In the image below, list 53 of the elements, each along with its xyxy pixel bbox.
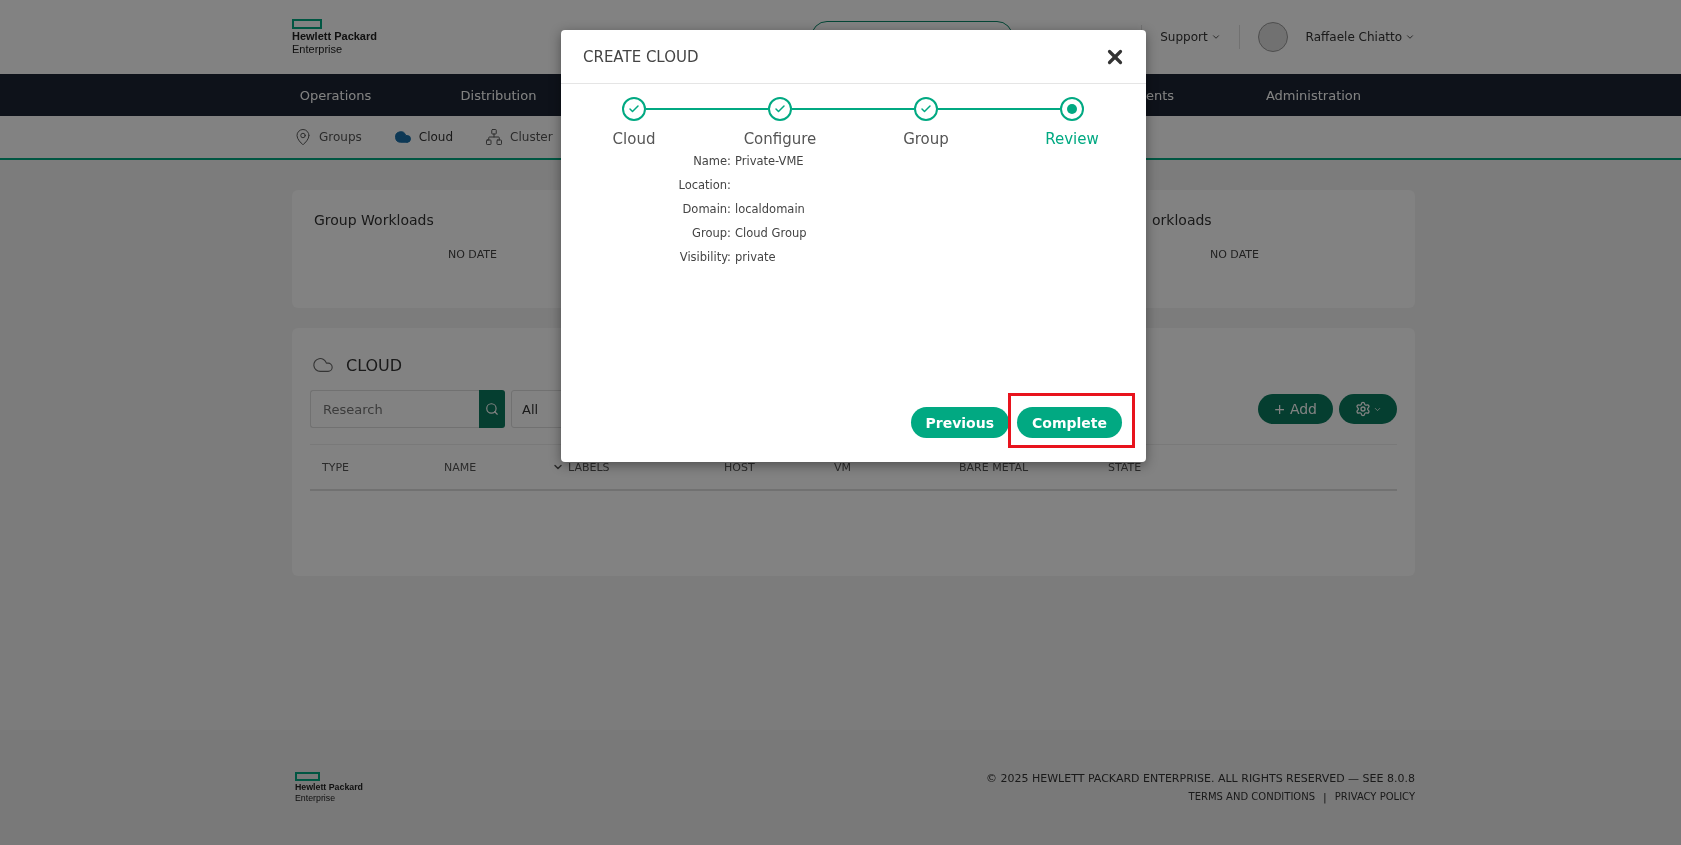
terms-link[interactable]: TERMS AND CONDITIONS <box>1188 790 1316 804</box>
cluster-icon <box>485 128 504 146</box>
caret-icon <box>1210 32 1221 42</box>
search-icon <box>485 402 499 416</box>
field-value: Cloud Group <box>735 226 807 240</box>
company-logo: Hewlett Packard Enterprise <box>292 19 377 55</box>
previous-button[interactable]: Previous <box>910 407 1009 438</box>
footer-logo: Hewlett Packard Enterprise <box>295 772 363 803</box>
copyright-text: © 2025 HEWLETT PACKARD ENTERPRISE. ALL RIGHTS RESERVED — SEE 8.0.8 <box>986 771 1415 785</box>
user-avatar[interactable] <box>1257 22 1288 52</box>
step-label: Configure <box>743 130 817 148</box>
column-header[interactable]: VM <box>834 460 959 474</box>
cloud-icon <box>393 128 412 146</box>
field-label: Name: <box>692 154 731 168</box>
field-value: Private-VME <box>735 154 805 168</box>
field-label: Domain: <box>681 202 731 216</box>
field-value: localdomain <box>735 202 806 216</box>
gear-icon <box>1354 401 1371 417</box>
column-header[interactable]: STATE <box>1108 460 1397 474</box>
column-header[interactable]: NAME <box>444 460 552 474</box>
link-separator: | <box>1323 790 1327 804</box>
card-title: Group Workloads <box>314 212 435 228</box>
complete-button[interactable]: Complete <box>1017 407 1122 438</box>
search-field[interactable]: Research <box>310 390 479 428</box>
search-button[interactable] <box>479 390 505 428</box>
nav-item[interactable]: Administration <box>1232 74 1395 116</box>
settings-button[interactable] <box>1339 394 1397 424</box>
subnav-item[interactable]: Cloud <box>393 128 454 146</box>
nav-item[interactable]: Operations <box>254 74 417 116</box>
step-label: Cloud <box>612 130 656 148</box>
field-label: Group: <box>691 226 731 240</box>
add-button[interactable]: + Add <box>1257 394 1333 424</box>
subnav-item[interactable]: Groups <box>294 128 362 146</box>
column-header[interactable]: TYPE <box>322 460 444 474</box>
step-label: Review <box>1045 130 1099 148</box>
field-label: Visibility: <box>678 250 731 264</box>
column-header[interactable]: HOST <box>724 460 834 474</box>
user-menu[interactable]: Raffaele Chiatto <box>1305 30 1415 44</box>
card-value: NO DATE <box>1210 248 1259 261</box>
privacy-link[interactable]: PRIVACY POLICY <box>1334 790 1415 804</box>
caret-icon <box>1405 32 1415 42</box>
groups-icon <box>294 128 312 146</box>
dialog-title: CREATE CLOUD <box>583 47 699 66</box>
column-header[interactable]: BARE METAL <box>959 460 1108 474</box>
field-value: private <box>735 250 777 264</box>
subnav-item[interactable]: Cluster <box>485 128 553 146</box>
column-header[interactable]: LABELS <box>552 460 724 474</box>
field-label: Location: <box>677 178 731 192</box>
support-menu[interactable]: Support <box>1160 30 1221 44</box>
card-title: orkloads <box>1151 212 1213 228</box>
panel-title: CLOUD <box>346 355 403 375</box>
card-value: NO DATE <box>448 248 497 261</box>
step-label: Group <box>903 130 949 148</box>
